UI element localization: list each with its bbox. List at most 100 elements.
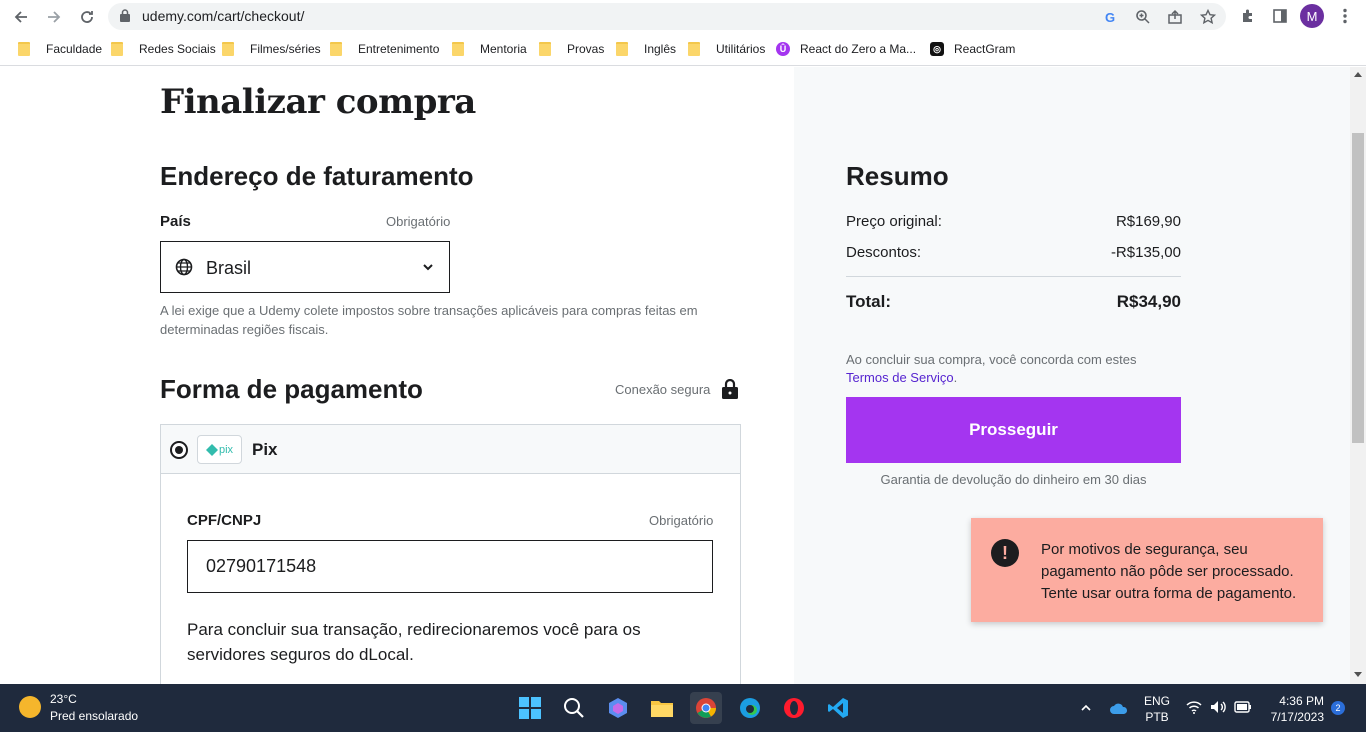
summary-heading: Resumo [846,161,949,191]
address-bar[interactable]: udemy.com/cart/checkout/ G [108,3,1226,30]
folder-icon [18,42,30,56]
google-icon[interactable]: G [1102,8,1120,26]
share-icon[interactable] [1166,8,1184,26]
bookmark-star-icon[interactable] [1199,8,1217,26]
chevron-up-icon [1081,704,1091,711]
billing-heading: Endereço de faturamento [160,161,474,191]
file-explorer-icon[interactable] [646,692,678,724]
reactgram-icon: ◎ [930,42,944,56]
bookmark-mentoria[interactable]: Mentoria [452,40,527,58]
udemy-icon: Û [776,42,790,56]
bookmark-redes-sociais[interactable]: Redes Sociais [111,40,216,58]
folder-icon [452,42,464,56]
folder-icon [111,42,123,56]
terms-note: Ao concluir sua compra, você concorda co… [846,352,1137,385]
page-title: Finalizar compra [160,82,476,122]
zoom-icon[interactable] [1134,8,1152,26]
reload-button[interactable] [75,5,99,29]
folder-icon [539,42,551,56]
browser-toolbar: udemy.com/cart/checkout/ G M [0,0,1366,33]
reload-icon [81,11,93,23]
country-value: Brasil [206,258,252,278]
total-label: Total: [846,292,892,311]
back-arrow-icon [14,11,27,23]
edge-icon[interactable] [734,692,766,724]
original-price-label: Preço original: [846,213,942,230]
terms-link[interactable]: Termos de Serviço [846,370,954,385]
chevron-down-icon [423,264,433,271]
guarantee-note: Garantia de devolução do dinheiro em 30 … [880,472,1147,487]
language-indicator[interactable]: ENG PTB [1144,693,1170,725]
bookmarks-bar: Faculdade Redes Sociais Filmes/séries En… [0,33,1366,66]
bookmark-provas[interactable]: Provas [539,40,604,58]
forward-button[interactable] [42,5,66,29]
scroll-thumb[interactable] [1352,133,1364,443]
lock-icon [120,9,130,22]
globe-icon [175,258,193,276]
bookmark-react-do-zero[interactable]: Û React do Zero a Ma... [776,40,916,58]
country-required: Obrigatório [386,214,451,229]
alert-icon: ! [991,539,1019,567]
discount-label: Descontos: [846,244,922,261]
toast-message: Por motivos de segurança, seu pagamento … [1041,541,1297,602]
folder-icon [222,42,234,56]
volume-icon [1211,701,1226,713]
onedrive-icon [1110,703,1128,714]
folder-icon [616,42,628,56]
pix-radio[interactable] [170,441,188,459]
bookmark-filmes-series[interactable]: Filmes/séries [222,40,321,58]
bookmark-ingles[interactable]: Inglês [616,40,676,58]
original-price-value: R$169,90 [1115,213,1181,230]
weather-description[interactable]: Pred ensolarado [50,709,138,723]
menu-kebab-icon[interactable] [1334,5,1356,27]
search-icon[interactable] [558,692,590,724]
windows-taskbar: 23°C Pred ensolarado ENG PTB 4:36 PM 7/1… [0,684,1366,732]
pix-logo-icon: pix [197,435,242,464]
weather-temperature[interactable]: 23°C [50,692,77,706]
error-toast: ! Por motivos de segurança, seu pagament… [971,518,1323,622]
weather-sun-icon[interactable] [19,696,41,718]
svg-text:G: G [1105,10,1115,24]
clock[interactable]: 4:36 PM 7/17/2023 [1262,693,1324,725]
folder-icon [688,42,700,56]
total-value: R$34,90 [1116,292,1181,311]
bookmark-faculdade[interactable]: Faculdade [18,40,102,58]
summary-divider [846,276,1181,277]
notification-badge[interactable]: 2 [1331,701,1345,715]
side-panel-icon[interactable] [1269,5,1291,27]
profile-avatar[interactable]: M [1300,4,1324,28]
lock-icon [722,379,738,399]
forward-arrow-icon [48,11,61,23]
cpf-input[interactable] [188,541,712,592]
discount-row: Descontos: -R$135,00 [846,244,1181,261]
extensions-icon[interactable] [1237,5,1259,27]
bookmark-reactgram[interactable]: ◎ ReactGram [930,40,1015,58]
bookmark-utilitarios[interactable]: Utilitários [688,40,765,58]
total-row: Total: R$34,90 [846,292,1181,312]
cpf-field[interactable] [187,540,713,593]
cpf-required: Obrigatório [649,513,714,528]
country-label: País [160,213,191,230]
vscode-icon[interactable] [822,692,854,724]
page-scrollbar[interactable] [1350,67,1366,684]
scroll-up-icon [1354,72,1362,77]
tax-note: A lei exige que a Udemy colete impostos … [160,303,698,337]
opera-icon[interactable] [778,692,810,724]
secure-connection-label: Conexão segura [615,382,711,397]
copilot-icon[interactable] [602,692,634,724]
checkout-page: Finalizar compra Endereço de faturamento… [0,67,1366,684]
payment-heading: Forma de pagamento [160,374,423,404]
url-text: udemy.com/cart/checkout/ [142,8,305,24]
country-select[interactable]: Brasil [160,241,450,293]
cpf-label: CPF/CNPJ [187,512,262,529]
bookmark-entretenimento[interactable]: Entretenimento [330,40,439,58]
discount-value: -R$135,00 [1110,244,1181,261]
start-icon[interactable] [514,692,546,724]
proceed-button[interactable]: Prosseguir [846,397,1181,463]
pix-option[interactable]: pix Pix [161,425,740,474]
back-button[interactable] [9,5,33,29]
wifi-icon [1186,701,1202,714]
original-price-row: Preço original: R$169,90 [846,213,1181,230]
redirect-note: Para concluir sua transação, redireciona… [187,620,641,664]
chrome-icon[interactable] [690,692,722,724]
